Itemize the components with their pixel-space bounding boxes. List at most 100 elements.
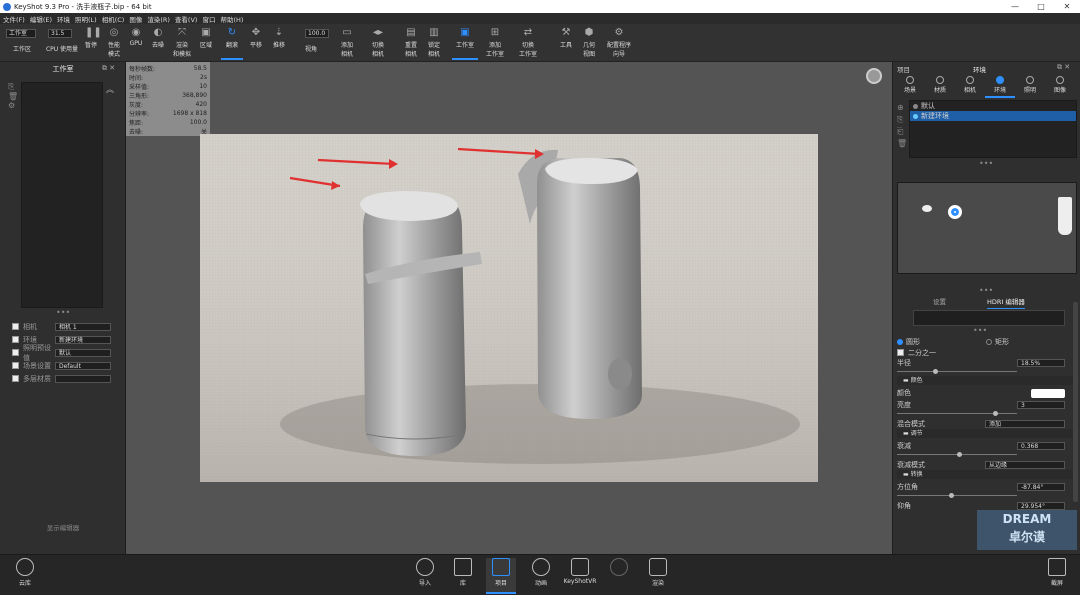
brightness-input[interactable]: 3 (1017, 400, 1065, 409)
circle-radio[interactable] (897, 338, 903, 345)
tab-lighting[interactable]: 照明 (1015, 74, 1045, 94)
add-camera-button[interactable]: ▭ 添加 相机 (336, 27, 358, 58)
multimaterial-checkbox[interactable] (12, 375, 19, 382)
render-viewport[interactable]: 每秒帧数: 58.5 时间: 2s 采样值: 10 三角形: 368,890 灰度: 42… (126, 62, 892, 554)
dolly-button[interactable]: ⇣ 推移 (268, 27, 290, 49)
camera-select[interactable]: 相机 1 (55, 322, 111, 331)
cloud-library-button[interactable]: 云库 (10, 558, 40, 587)
tab-material[interactable]: 材质 (925, 74, 955, 94)
minimize-button[interactable]: — (1002, 2, 1028, 11)
azimuth-slider-knob[interactable] (949, 493, 954, 498)
menu-file[interactable]: 文件(F) (3, 14, 25, 24)
resize-handle[interactable]: ••• (56, 308, 70, 317)
tools-button[interactable]: ⚒ 工具 (555, 27, 577, 49)
tumble-button[interactable]: ↻ 翻滚 (221, 27, 243, 60)
gpu-button[interactable]: ◉ GPU (125, 27, 147, 47)
tab-camera[interactable]: 相机 (955, 74, 985, 94)
pan-button[interactable]: ✥ 平移 (245, 27, 267, 49)
studio-list[interactable] (21, 82, 103, 308)
menu-image[interactable]: 图像 (129, 14, 142, 24)
add-studio-button[interactable]: ⊞ 添加 工作室 (482, 27, 508, 58)
scene-checkbox[interactable] (12, 362, 19, 369)
tab-environment[interactable]: 环境 (985, 74, 1015, 98)
menu-view[interactable]: 查看(V) (175, 14, 198, 24)
light-pin-1[interactable] (922, 205, 932, 212)
close-button[interactable]: ✕ (1054, 2, 1080, 11)
env-item-default[interactable]: 默认 (910, 101, 1076, 111)
falloff-input[interactable]: 0.368 (1017, 441, 1065, 450)
radius-input[interactable]: 18.5% (1017, 359, 1065, 367)
environment-select[interactable]: 新建环境 (55, 335, 111, 344)
keyshotxr-button[interactable] (604, 558, 634, 578)
render-status-icon[interactable] (866, 68, 882, 84)
elevation-input[interactable]: 29.954° (1017, 501, 1065, 510)
import-button[interactable]: 导入 (410, 558, 440, 587)
reset-camera-button[interactable]: ▤ 重置 相机 (400, 27, 422, 58)
adjust-section-header[interactable]: ▬ 调节 (897, 429, 1073, 438)
lighting-checkbox[interactable] (12, 349, 19, 356)
hdri-preview[interactable] (897, 182, 1077, 274)
keyshotvr-button[interactable]: KeyShotVR (562, 558, 598, 585)
menu-edit[interactable]: 编辑(E) (30, 14, 52, 24)
configurator-button[interactable]: ⚙ 配置程序 向导 (604, 27, 634, 58)
color-swatch[interactable] (1031, 388, 1065, 398)
radius-slider-knob[interactable] (933, 369, 938, 374)
hdri-editor-strip[interactable] (913, 310, 1065, 326)
resize-handle[interactable]: ••• (973, 326, 987, 335)
blend-mode-select[interactable]: 添加 (985, 419, 1065, 428)
geometry-view-button[interactable]: ⬢ 几何 视图 (578, 27, 600, 58)
panel-scrollbar[interactable] (1073, 302, 1078, 502)
resize-handle[interactable]: ••• (979, 286, 993, 295)
azimuth-slider[interactable] (897, 493, 1017, 498)
switch-camera-button[interactable]: ◂▸ 切换 相机 (367, 27, 389, 58)
show-editor-link[interactable]: 显示编辑器 (0, 522, 126, 532)
workspace-select[interactable]: 工作室 (6, 29, 36, 38)
environment-checkbox[interactable] (12, 336, 19, 343)
brightness-slider-knob[interactable] (993, 411, 998, 416)
cpu-value-input[interactable]: 31.5 (48, 29, 72, 38)
menu-environment[interactable]: 环境 (57, 14, 70, 24)
menu-camera[interactable]: 相机(C) (102, 14, 125, 24)
radius-slider[interactable] (897, 369, 1017, 374)
library-button[interactable]: 库 (448, 558, 478, 587)
render-button[interactable]: 渲染 (643, 558, 673, 587)
subtab-settings[interactable]: 设置 (933, 296, 946, 306)
color-section-header[interactable]: ▬ 颜色 (897, 376, 1073, 385)
half-checkbox[interactable] (897, 349, 904, 356)
menu-window[interactable]: 窗口 (202, 14, 215, 24)
lock-camera-button[interactable]: ▥ 锁定 相机 (423, 27, 445, 58)
undock-icon[interactable]: ⧉ ✕ (1057, 63, 1070, 72)
light-pin-tall[interactable] (1058, 197, 1072, 235)
project-button[interactable]: 项目 (486, 558, 516, 594)
performance-mode-button[interactable]: ◎ 性能 模式 (103, 27, 125, 58)
transform-section-header[interactable]: ▬ 转换 (897, 470, 1073, 479)
region-button[interactable]: ▣ 区域 (195, 27, 217, 49)
maximize-button[interactable]: □ (1028, 2, 1054, 11)
subtab-hdri-editor[interactable]: HDRI 编辑器 (987, 296, 1025, 309)
tab-image[interactable]: 图像 (1045, 74, 1075, 94)
pause-button[interactable]: ❚❚ 暂停 (80, 27, 102, 49)
menu-lighting[interactable]: 照明(L) (75, 14, 97, 24)
tab-scene[interactable]: 场景 (895, 74, 925, 94)
env-item-new[interactable]: 新建环境 (910, 111, 1076, 121)
menu-help[interactable]: 帮助(H) (220, 14, 243, 24)
menu-render[interactable]: 渲染(R) (147, 14, 170, 24)
switch-studio-button[interactable]: ⇄ 切换 工作室 (515, 27, 541, 58)
resize-handle[interactable]: ••• (979, 159, 993, 168)
screenshot-button[interactable]: 截屏 (1042, 558, 1072, 587)
camera-checkbox[interactable] (12, 323, 19, 330)
multimaterial-select[interactable] (55, 374, 111, 383)
studio-button[interactable]: ▣ 工作室 (452, 27, 478, 60)
light-pin-selected[interactable] (948, 205, 962, 219)
animation-button[interactable]: 动画 (526, 558, 556, 587)
scene-select[interactable]: Default (55, 361, 111, 370)
rect-radio[interactable] (986, 338, 992, 345)
environment-list[interactable]: 默认 新建环境 (909, 100, 1077, 158)
falloff-mode-select[interactable]: 从边缘 (985, 460, 1065, 469)
fov-input[interactable]: 100.0 (305, 29, 329, 38)
render-sim-button[interactable]: ⤧ 渲染 和模拟 (170, 27, 194, 58)
collapse-icon[interactable]: ︽ (106, 84, 114, 95)
falloff-slider[interactable] (897, 452, 1017, 457)
undock-icon[interactable]: ⧉ ✕ (102, 64, 115, 73)
lighting-select[interactable]: 默认 (55, 348, 111, 357)
